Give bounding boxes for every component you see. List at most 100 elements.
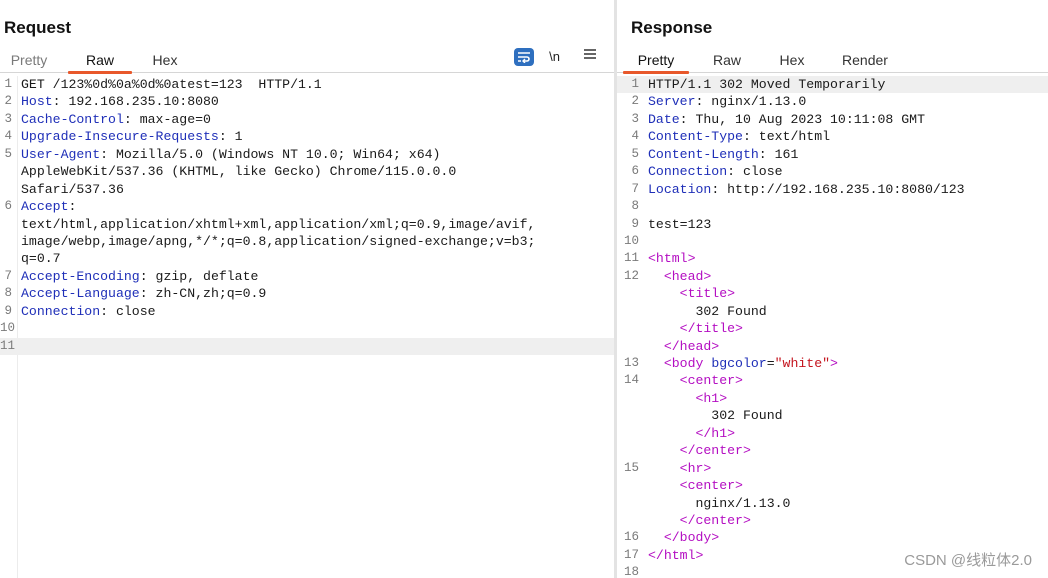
code-line[interactable]: nginx/1.13.0 <box>617 495 1048 512</box>
line-number: 7 <box>631 181 639 196</box>
code-token: : zh-CN,zh;q=0.9 <box>139 286 267 302</box>
code-line[interactable]: 2 Server: nginx/1.13.0 <box>617 93 1048 110</box>
line-text: Date: Thu, 10 Aug 2023 10:11:08 GMT <box>648 111 925 128</box>
code-line[interactable]: AppleWebKit/537.36 (KHTML, like Gecko) C… <box>0 163 614 180</box>
code-token: </body> <box>663 530 720 546</box>
code-line[interactable]: 14 <center> <box>617 372 1048 389</box>
code-line[interactable]: <title> <box>617 285 1048 302</box>
response-editor[interactable]: 1 HTTP/1.1 302 Moved Temporarily 2 Server: … <box>617 76 1048 578</box>
tab-raw[interactable]: Raw <box>68 51 132 74</box>
code-line[interactable]: Safari/537.36 <box>0 181 614 198</box>
hamburger-menu-icon[interactable] <box>584 48 596 68</box>
line-number: 7 <box>4 268 12 283</box>
code-line[interactable]: 1 HTTP/1.1 302 Moved Temporarily <box>617 76 1048 94</box>
code-line[interactable]: </center> <box>617 442 1048 459</box>
tab-raw[interactable]: Raw <box>707 51 747 72</box>
code-token: Upgrade-Insecure-Requests <box>21 129 219 145</box>
line-text: Content-Type: text/html <box>648 128 830 145</box>
code-line[interactable]: 6 Accept: <box>0 198 614 215</box>
code-line[interactable]: 15 <hr> <box>617 460 1048 477</box>
code-line[interactable]: 11 <box>0 337 614 355</box>
code-line[interactable]: text/html,application/xhtml+xml,applicat… <box>0 216 614 233</box>
tab-pretty[interactable]: Pretty <box>623 51 689 74</box>
code-token: : close <box>727 164 783 180</box>
code-line[interactable]: 8 Accept-Language: zh-CN,zh;q=0.9 <box>0 285 614 302</box>
code-line[interactable]: 10 <box>0 320 614 337</box>
line-text: <center> <box>648 477 743 494</box>
code-token: HTTP/1.1 302 Moved Temporarily <box>648 77 886 92</box>
code-line[interactable]: 9 Connection: close <box>0 303 614 320</box>
code-token: </head> <box>663 338 720 354</box>
line-text: </center> <box>648 512 751 529</box>
code-token: : nginx/1.13.0 <box>695 94 807 110</box>
code-line[interactable]: 5 User-Agent: Mozilla/5.0 (Windows NT 10.… <box>0 146 614 163</box>
response-pane: Response Pretty Raw Hex Render 1 HTTP/1.1… <box>617 0 1048 578</box>
code-line[interactable]: <h1> <box>617 390 1048 407</box>
line-text: </body> <box>648 529 719 546</box>
code-line[interactable]: 6 Connection: close <box>617 163 1048 180</box>
code-line[interactable]: 3 Date: Thu, 10 Aug 2023 10:11:08 GMT <box>617 111 1048 128</box>
line-number: 10 <box>623 233 639 248</box>
code-line[interactable]: 9 test=123 <box>617 216 1048 233</box>
tab-pretty[interactable]: Pretty <box>5 51 53 72</box>
code-line[interactable]: 5 Content-Length: 161 <box>617 146 1048 163</box>
tab-hex[interactable]: Hex <box>772 51 812 72</box>
line-number: 9 <box>631 216 639 231</box>
text-wrap-icon[interactable] <box>514 48 534 66</box>
newline-toggle-button[interactable]: \n <box>549 48 560 68</box>
code-line[interactable]: 302 Found <box>617 407 1048 424</box>
tab-hex[interactable]: Hex <box>145 51 185 72</box>
code-line[interactable]: </h1> <box>617 425 1048 442</box>
text-wrap-icon-glyph <box>518 52 530 63</box>
code-line[interactable]: 7 Location: http://192.168.235.10:8080/12… <box>617 181 1048 198</box>
code-line[interactable]: 1 GET /123%0d%0a%0d%0atest=123 HTTP/1.1 <box>0 76 614 93</box>
line-number: 17 <box>623 547 639 562</box>
line-number: 16 <box>623 530 639 545</box>
code-line[interactable]: 10 <box>617 233 1048 250</box>
code-line[interactable]: 16 </body> <box>617 529 1048 546</box>
code-line[interactable]: 2 Host: 192.168.235.10:8080 <box>0 93 614 110</box>
code-token: : Mozilla/5.0 (Windows NT 10.0; Win64; x… <box>100 146 441 162</box>
line-number: 3 <box>4 111 12 126</box>
code-token: test=123 <box>648 216 712 232</box>
code-line[interactable]: 7 Accept-Encoding: gzip, deflate <box>0 268 614 285</box>
code-token: : text/html <box>742 129 831 145</box>
code-line[interactable]: image/webp,image/apng,*/*;q=0.8,applicat… <box>0 233 614 250</box>
tab-render[interactable]: Render <box>837 51 893 72</box>
code-line[interactable]: <center> <box>617 477 1048 494</box>
code-line[interactable]: </title> <box>617 320 1048 337</box>
line-text: image/webp,image/apng,*/*;q=0.8,applicat… <box>21 233 535 250</box>
line-text: 302 Found <box>648 407 782 424</box>
code-line[interactable]: </center> <box>617 512 1048 529</box>
line-number: 15 <box>623 460 639 475</box>
code-token: <center> <box>679 373 743 389</box>
code-token: <html> <box>648 251 696 267</box>
line-text: Connection: close <box>21 303 156 320</box>
line-text: <head> <box>648 268 711 285</box>
code-line[interactable]: 302 Found <box>617 303 1048 320</box>
code-line[interactable]: 12 <head> <box>617 268 1048 285</box>
code-line[interactable]: 11 <html> <box>617 250 1048 267</box>
code-line[interactable]: </head> <box>617 338 1048 355</box>
code-line[interactable]: 8 <box>617 198 1048 215</box>
code-line[interactable]: q=0.7 <box>0 250 614 267</box>
code-token: : Thu, 10 Aug 2023 10:11:08 GMT <box>679 111 925 127</box>
code-token: q=0.7 <box>21 251 61 267</box>
line-text: </h1> <box>648 425 735 442</box>
code-token: <title> <box>679 286 736 302</box>
request-editor[interactable]: 1 GET /123%0d%0a%0d%0atest=123 HTTP/1.1 2 H… <box>0 76 614 578</box>
code-line[interactable]: 4 Upgrade-Insecure-Requests: 1 <box>0 128 614 145</box>
code-line[interactable]: 13 <body bgcolor="white"> <box>617 355 1048 372</box>
line-text: Host: 192.168.235.10:8080 <box>21 93 219 110</box>
code-line[interactable]: 3 Cache-Control: max-age=0 <box>0 111 614 128</box>
line-text: Accept-Language: zh-CN,zh;q=0.9 <box>21 285 266 302</box>
response-title: Response <box>631 18 713 37</box>
code-line[interactable]: 4 Content-Type: text/html <box>617 128 1048 145</box>
